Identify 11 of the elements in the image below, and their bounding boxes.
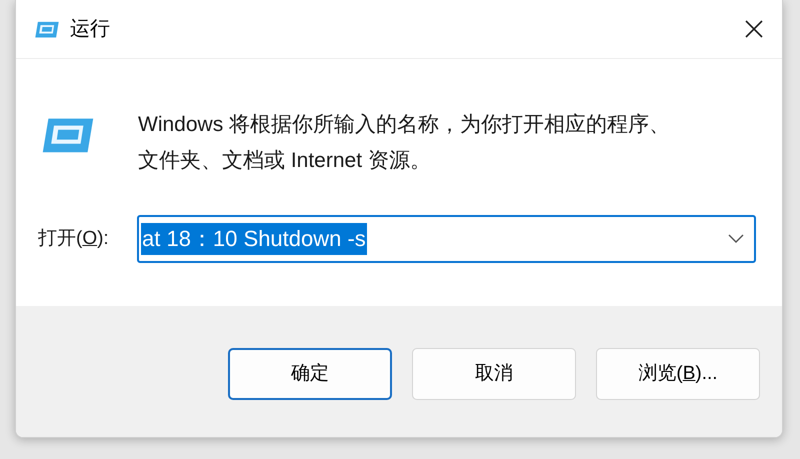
description-text: Windows 将根据你所输入的名称，为你打开相应的程序、文件夹、文档或 Internet 资源。 bbox=[138, 112, 672, 174]
window-title: 运行 bbox=[70, 17, 110, 42]
run-icon bbox=[34, 19, 60, 39]
dialog-button[interactable]: 确定 bbox=[228, 348, 392, 400]
dialog-button[interactable]: 浏览(B)... bbox=[596, 348, 760, 400]
command-combobox[interactable]: at 18：10 Shutdown -s bbox=[137, 215, 756, 263]
dropdown-chevron-icon[interactable] bbox=[728, 234, 744, 244]
dialog-button[interactable]: 取消 bbox=[412, 348, 576, 400]
command-value: at 18：10 Shutdown -s bbox=[141, 223, 367, 255]
close-icon bbox=[744, 19, 764, 39]
open-label: 打开(O): bbox=[38, 226, 110, 251]
